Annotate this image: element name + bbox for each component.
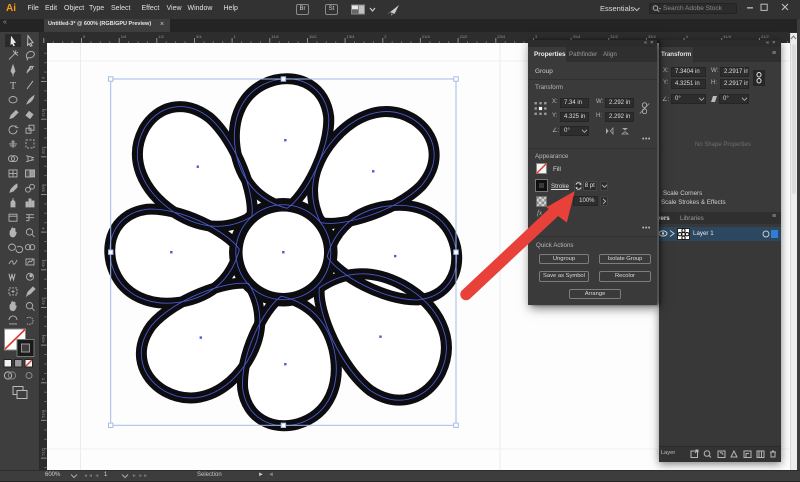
svg-text:31/4: 31/4 bbox=[573, 34, 582, 39]
svg-text:1/4: 1/4 bbox=[121, 34, 127, 39]
svg-text:41/4: 41/4 bbox=[723, 34, 732, 39]
svg-text:11/4: 11/4 bbox=[271, 34, 279, 39]
svg-text:43/4: 43/4 bbox=[41, 334, 46, 343]
svg-text:41/2: 41/2 bbox=[761, 34, 770, 39]
svg-text:11/2: 11/2 bbox=[309, 34, 317, 39]
svg-text:21/4: 21/4 bbox=[422, 34, 431, 39]
svg-text:31/2: 31/2 bbox=[41, 146, 46, 155]
svg-text:21/2: 21/2 bbox=[460, 34, 469, 39]
svg-text:41/2: 41/2 bbox=[41, 296, 46, 305]
svg-text:31/4: 31/4 bbox=[41, 108, 46, 117]
svg-text:33/4: 33/4 bbox=[648, 34, 657, 39]
svg-text:41/4: 41/4 bbox=[41, 259, 46, 268]
svg-text:33/4: 33/4 bbox=[41, 183, 46, 192]
svg-text:51/2: 51/2 bbox=[41, 447, 46, 456]
svg-text:51/4: 51/4 bbox=[41, 409, 46, 418]
svg-text:1/2: 1/2 bbox=[158, 34, 164, 39]
svg-text:31/2: 31/2 bbox=[610, 34, 619, 39]
svg-text:3/4: 3/4 bbox=[196, 34, 202, 39]
svg-text:23/4: 23/4 bbox=[497, 34, 506, 39]
svg-text:T: T bbox=[10, 80, 16, 91]
svg-text:13/4: 13/4 bbox=[347, 34, 356, 39]
